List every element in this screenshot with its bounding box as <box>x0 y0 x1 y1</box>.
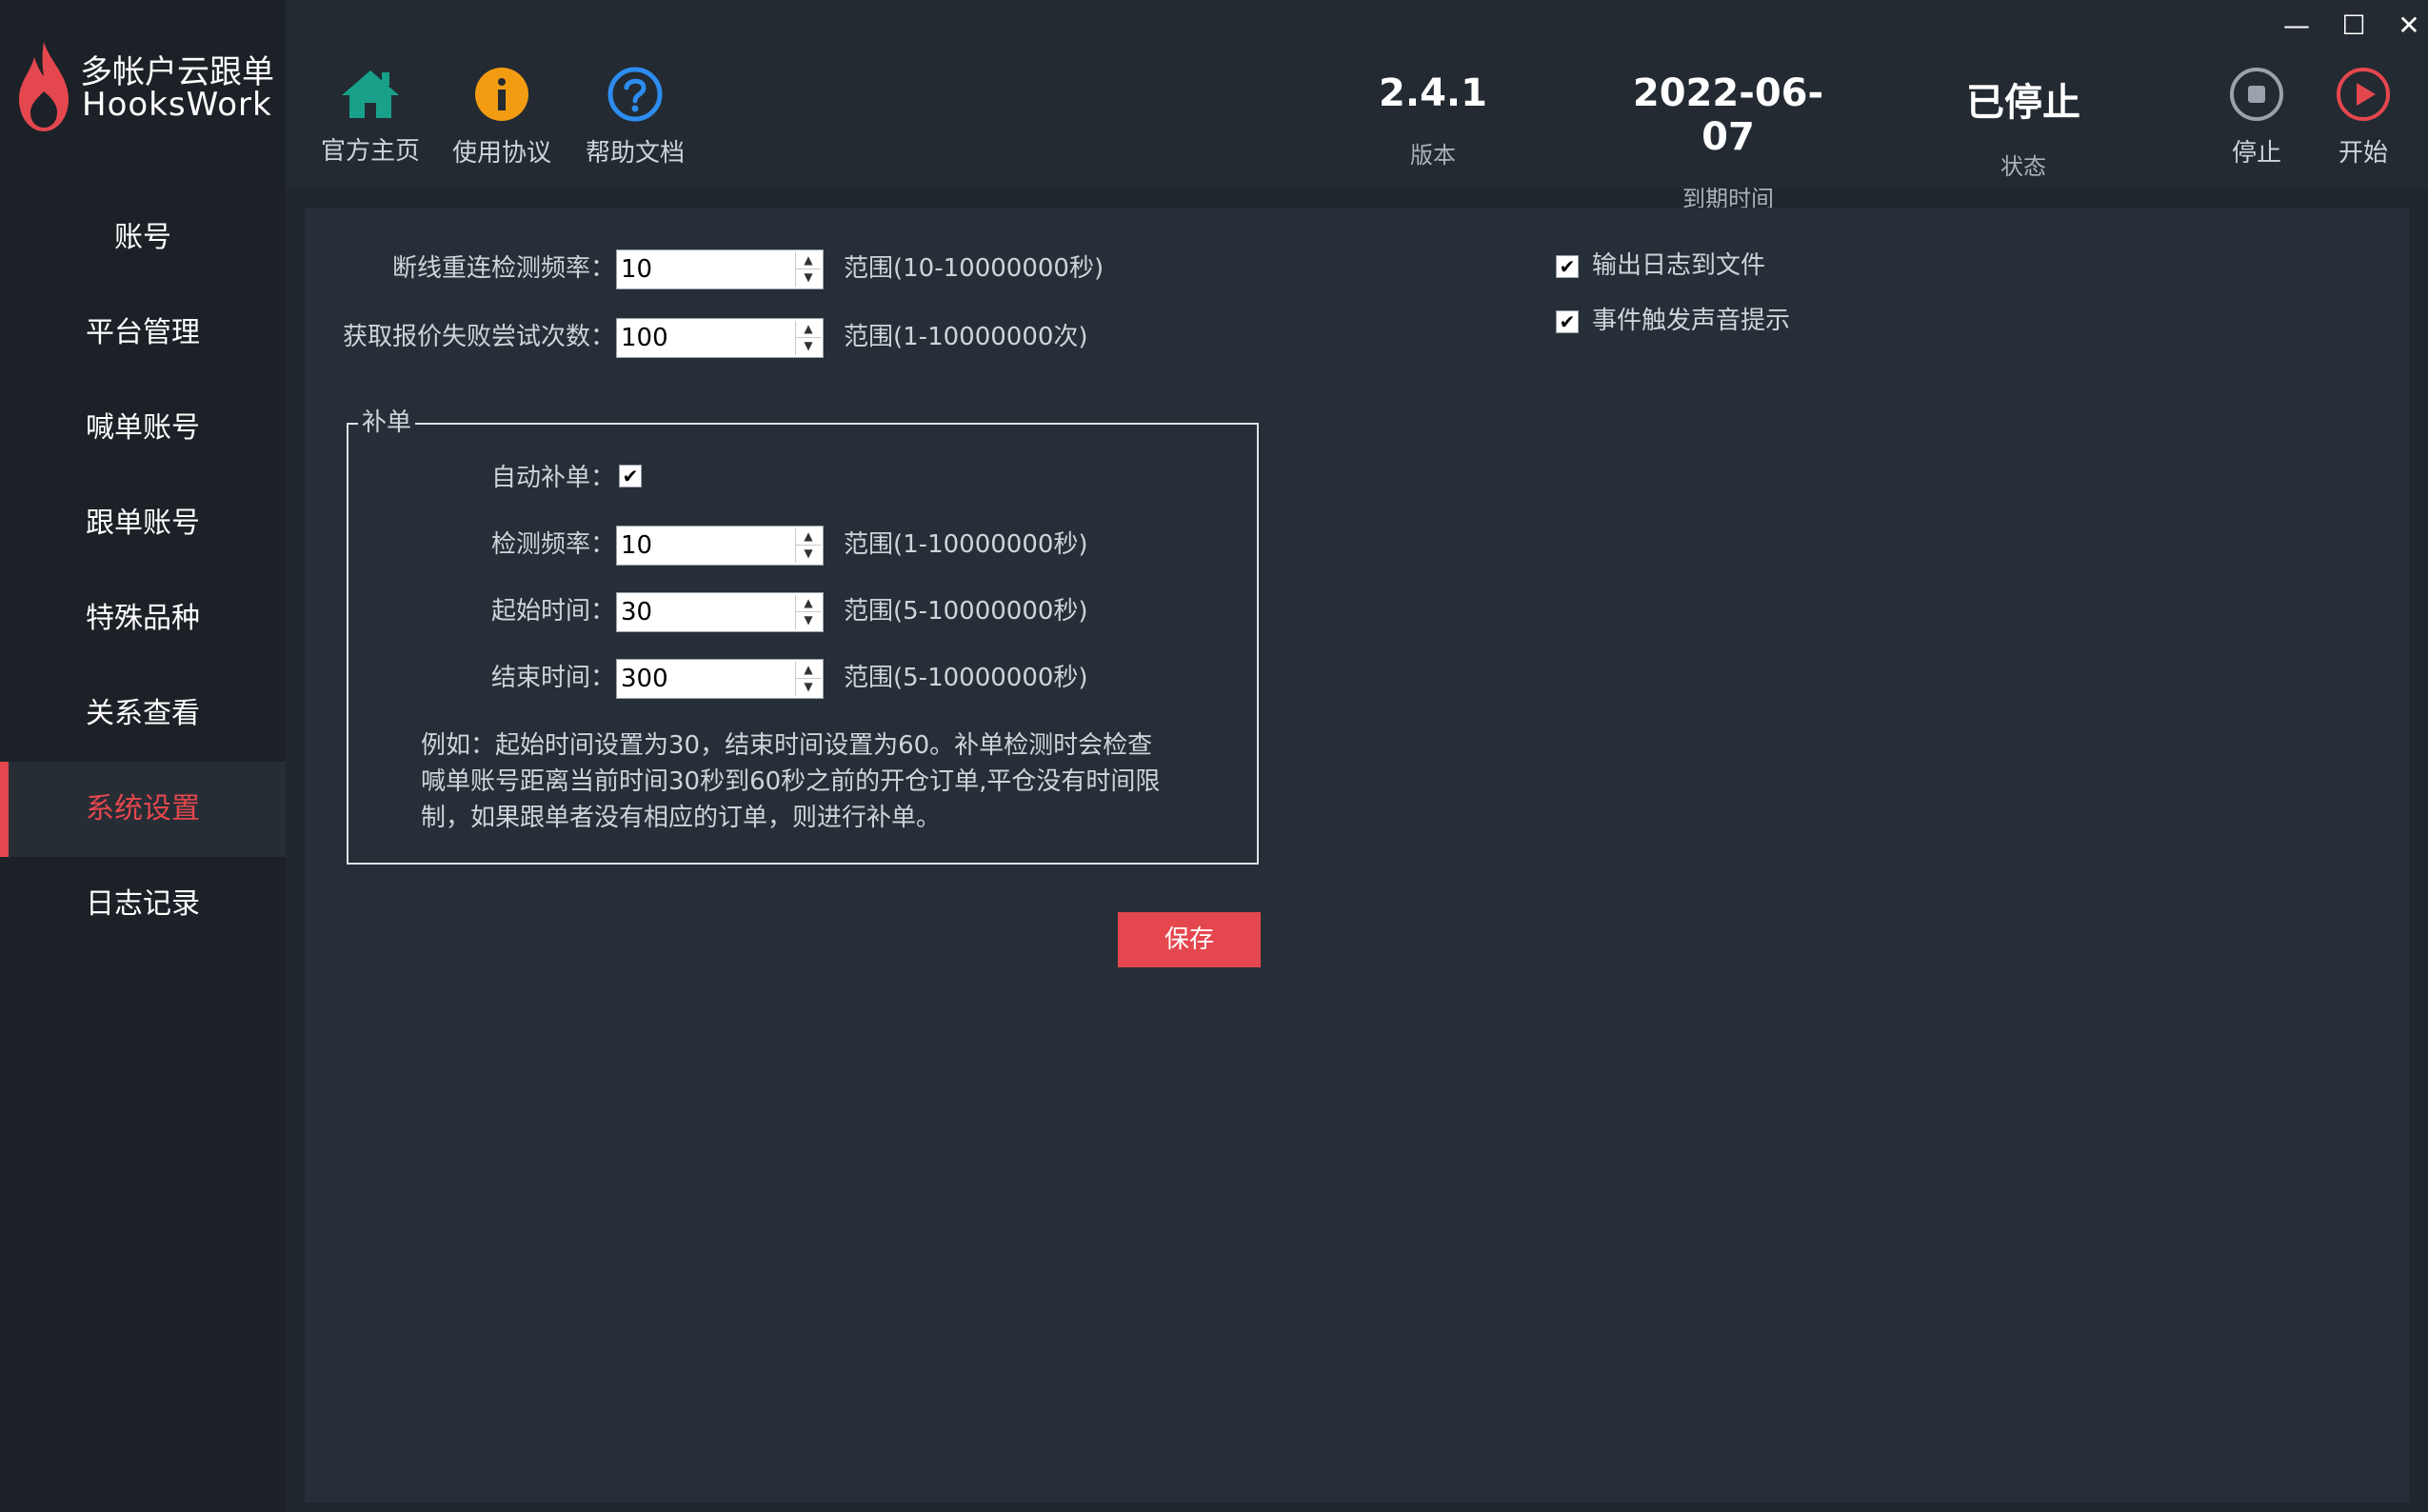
freq-range: 范围(1-10000000秒) <box>844 530 1088 559</box>
minimize-button[interactable]: — <box>2273 10 2320 48</box>
status-caption: 状态 <box>2000 153 2046 180</box>
sound-label: 事件触发声音提示 <box>1592 307 1791 335</box>
auto-supplement-label: 自动补单： <box>490 464 615 492</box>
supplement-title: 补单 <box>358 406 416 440</box>
retry-arrows[interactable]: ▲ ▼ <box>795 321 821 355</box>
end-time-label: 结束时间： <box>490 664 615 692</box>
sidebar: 多帐户云跟单 HooksWork 账号 平台管理 喊单账号 跟单账号 特殊品种 … <box>0 0 286 1512</box>
sidebar-item-special-symbols[interactable]: 特殊品种 <box>0 571 286 666</box>
status-info: 已停止 状态 <box>1942 71 2104 181</box>
flame-logo-icon <box>19 42 69 131</box>
sound-checkbox[interactable]: ✔ <box>1556 310 1579 333</box>
sidebar-nav: 账号 平台管理 喊单账号 跟单账号 特殊品种 关系查看 系统设置 日志记录 <box>0 190 286 952</box>
play-icon <box>2337 68 2390 121</box>
save-button[interactable]: 保存 <box>1118 912 1261 967</box>
app-logo: 多帐户云跟单 HooksWork <box>13 36 280 141</box>
retry-input[interactable] <box>619 321 794 355</box>
sidebar-item-account[interactable]: 账号 <box>0 190 286 286</box>
expiry-info: 2022-06-07 到期时间 <box>1614 71 1842 213</box>
auto-supplement-checkbox[interactable]: ✔ <box>619 465 642 487</box>
sidebar-item-platform[interactable]: 平台管理 <box>0 286 286 381</box>
start-label: 开始 <box>2338 139 2388 168</box>
start-time-label: 起始时间： <box>490 597 615 626</box>
version-info: 2.4.1 版本 <box>1352 71 1514 169</box>
spin-down-icon[interactable]: ▼ <box>796 679 821 695</box>
help-label: 帮助文档 <box>585 139 685 168</box>
end-time-input[interactable] <box>619 662 794 696</box>
start-button[interactable]: 开始 <box>2316 67 2411 169</box>
spin-down-icon[interactable]: ▼ <box>796 338 821 354</box>
sidebar-item-follower-account[interactable]: 跟单账号 <box>0 476 286 571</box>
spin-up-icon[interactable]: ▲ <box>796 252 821 269</box>
end-time-range: 范围(5-10000000秒) <box>844 664 1088 692</box>
freq-input[interactable] <box>619 528 794 563</box>
spin-up-icon[interactable]: ▲ <box>796 662 821 679</box>
retry-stepper[interactable]: ▲ ▼ <box>616 318 824 358</box>
agreement-button[interactable]: 使用协议 <box>440 67 564 169</box>
stop-button[interactable]: 停止 <box>2209 67 2304 169</box>
sidebar-item-relations[interactable]: 关系查看 <box>0 666 286 762</box>
top-toolbar: 官方主页 使用协议 帮助文档 2.4.1 版本 2022-06-07 到期时间 … <box>286 0 2428 212</box>
stop-icon <box>2230 68 2283 121</box>
start-time-arrows[interactable]: ▲ ▼ <box>795 595 821 629</box>
spin-up-icon[interactable]: ▲ <box>796 321 821 338</box>
log-to-file-label: 输出日志到文件 <box>1592 251 1766 280</box>
stop-label: 停止 <box>2231 139 2281 168</box>
spin-up-icon[interactable]: ▲ <box>796 528 821 546</box>
sidebar-item-settings[interactable]: 系统设置 <box>0 762 286 857</box>
help-button[interactable]: 帮助文档 <box>573 67 697 169</box>
version-value: 2.4.1 <box>1379 71 1487 115</box>
home-label: 官方主页 <box>320 137 420 166</box>
start-time-range: 范围(5-10000000秒) <box>844 597 1088 626</box>
freq-stepper[interactable]: ▲ ▼ <box>616 526 824 566</box>
freq-arrows[interactable]: ▲ ▼ <box>795 528 821 563</box>
close-button[interactable]: ✕ <box>2385 10 2428 48</box>
spin-up-icon[interactable]: ▲ <box>796 595 821 612</box>
supplement-note: 例如：起始时间设置为30，结束时间设置为60。补单检测时会检查喊单账号距离当前时… <box>421 731 1161 832</box>
retry-label: 获取报价失败尝试次数： <box>342 323 615 351</box>
help-icon <box>607 67 663 122</box>
home-button[interactable]: 官方主页 <box>308 67 432 167</box>
retry-range: 范围(1-10000000次) <box>844 323 1088 351</box>
freq-label: 检测频率： <box>490 530 615 559</box>
reconnect-stepper[interactable]: ▲ ▼ <box>616 249 824 289</box>
end-time-arrows[interactable]: ▲ ▼ <box>795 662 821 696</box>
spin-down-icon[interactable]: ▼ <box>796 612 821 628</box>
home-icon <box>342 70 399 118</box>
reconnect-label: 断线重连检测频率： <box>391 254 615 283</box>
reconnect-arrows[interactable]: ▲ ▼ <box>795 252 821 287</box>
maximize-button[interactable]: ☐ <box>2330 10 2378 48</box>
spin-down-icon[interactable]: ▼ <box>796 269 821 286</box>
log-to-file-checkbox[interactable]: ✔ <box>1556 255 1579 278</box>
sidebar-item-logs[interactable]: 日志记录 <box>0 857 286 952</box>
app-name-en: HooksWork <box>82 86 272 124</box>
status-value: 已停止 <box>1966 81 2080 125</box>
version-caption: 版本 <box>1410 142 1456 169</box>
end-time-stepper[interactable]: ▲ ▼ <box>616 659 824 699</box>
sidebar-item-caller-account[interactable]: 喊单账号 <box>0 381 286 476</box>
agreement-label: 使用协议 <box>451 139 551 168</box>
spin-down-icon[interactable]: ▼ <box>796 546 821 562</box>
reconnect-input[interactable] <box>619 252 794 287</box>
settings-panel: 断线重连检测频率： ▲ ▼ 范围(10-10000000秒) 获取报价失败尝试次… <box>305 208 2409 1502</box>
start-time-stepper[interactable]: ▲ ▼ <box>616 592 824 632</box>
expiry-value: 2022-06-07 <box>1632 71 1824 159</box>
start-time-input[interactable] <box>619 595 794 629</box>
supplement-group: 补单 自动补单： ✔ 检测频率： ▲ ▼ 范围(1-10000000秒) 起始时… <box>347 406 1259 865</box>
reconnect-range: 范围(10-10000000秒) <box>844 254 1105 283</box>
info-icon <box>475 68 528 121</box>
